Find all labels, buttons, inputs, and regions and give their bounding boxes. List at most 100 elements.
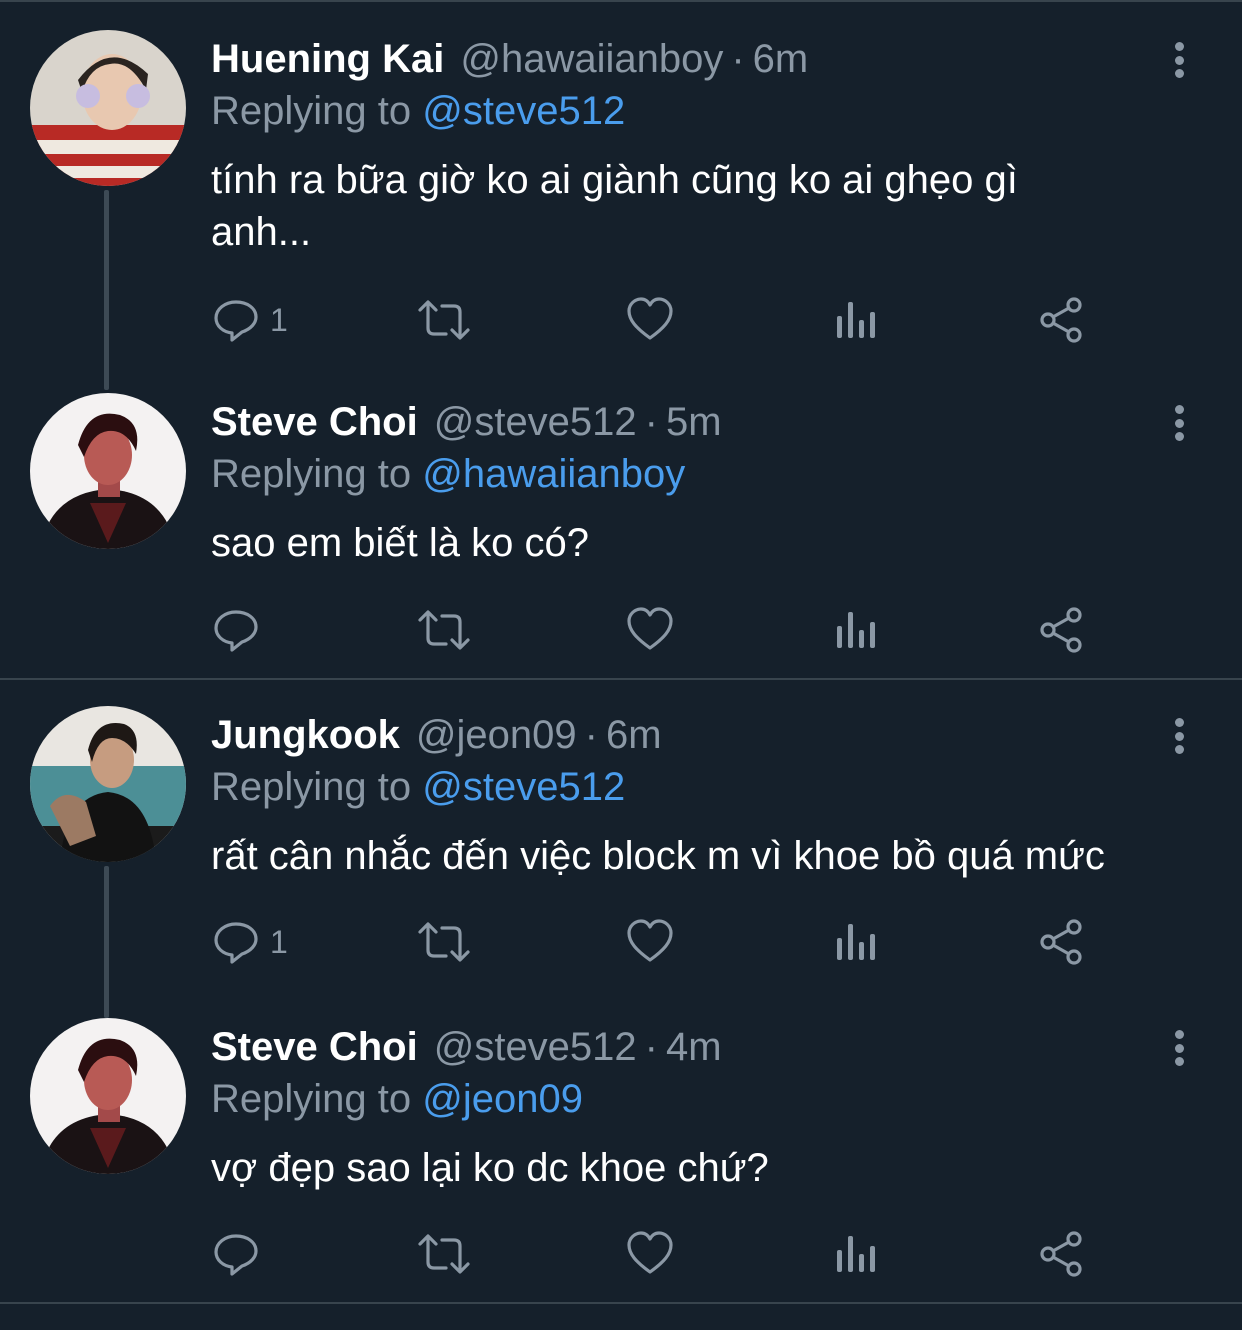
reply-button[interactable]: 1	[212, 290, 288, 350]
tweet-text-line: anh...	[211, 210, 312, 254]
action-bar	[0, 1224, 1242, 1284]
tweet-header: Jungkook @jeon09 · 6m	[211, 710, 662, 760]
reply-count: 1	[270, 301, 288, 338]
share-button[interactable]	[1038, 912, 1086, 972]
more-vertical-icon[interactable]	[1163, 1026, 1195, 1070]
avatar[interactable]	[30, 706, 186, 862]
action-bar	[0, 600, 1242, 660]
like-button[interactable]	[626, 1224, 674, 1284]
reply-count: 1	[270, 923, 288, 960]
tweet-header: Steve Choi @steve512 · 5m	[211, 397, 722, 447]
more-vertical-icon[interactable]	[1163, 401, 1195, 445]
retweet-icon	[418, 300, 470, 340]
tweet-text-line: tính ra bữa giờ ko ai giành cũng ko ai g…	[211, 158, 1018, 202]
share-icon	[1040, 297, 1082, 343]
replying-to-handle[interactable]: @hawaiianboy	[422, 452, 685, 496]
thread-1: Huening Kai @hawaiianboy · 6m Replying to @…	[0, 0, 1242, 678]
separator-dot: ·	[644, 1025, 658, 1069]
share-icon	[1040, 607, 1082, 653]
analytics-button[interactable]	[834, 912, 878, 972]
tweet-text-line: vợ đẹp sao lại ko dc khoe chứ?	[211, 1146, 769, 1190]
retweet-icon	[418, 610, 470, 650]
display-name[interactable]: Huening Kai	[211, 37, 444, 81]
like-button[interactable]	[626, 290, 674, 350]
display-name[interactable]: Steve Choi	[211, 1025, 418, 1069]
replying-to-label: Replying to	[211, 765, 412, 809]
share-icon	[1040, 1231, 1082, 1277]
analytics-button[interactable]	[834, 290, 878, 350]
tweet-text: vợ đẹp sao lại ko dc khoe chứ?	[211, 1142, 1221, 1194]
user-handle[interactable]: @hawaiianboy	[460, 37, 723, 81]
retweet-button[interactable]	[416, 1224, 472, 1284]
replying-to: Replying to @jeon09	[211, 1074, 583, 1124]
more-vertical-icon[interactable]	[1163, 714, 1195, 758]
analytics-icon	[837, 612, 875, 648]
like-button[interactable]	[626, 600, 674, 660]
tweet-header: Huening Kai @hawaiianboy · 6m	[211, 34, 808, 84]
tweet-text: tính ra bữa giờ ko ai giành cũng ko ai g…	[211, 154, 1221, 258]
avatar[interactable]	[30, 1018, 186, 1174]
analytics-icon	[837, 1236, 875, 1272]
separator-dot: ·	[584, 713, 598, 757]
reply-icon	[214, 1234, 258, 1276]
heart-icon	[627, 607, 673, 650]
action-bar: 1	[0, 290, 1242, 350]
tweet[interactable]: Steve Choi @steve512 · 4m Replying to @jeon…	[0, 1018, 1242, 1330]
retweet-button[interactable]	[416, 290, 472, 350]
tweet[interactable]: Jungkook @jeon09 · 6m Replying to @steve512…	[0, 706, 1242, 1018]
share-button[interactable]	[1038, 600, 1086, 660]
reply-button[interactable]: 1	[212, 912, 288, 972]
separator-dot: ·	[731, 37, 745, 81]
heart-icon	[627, 919, 673, 962]
tweet-text-line: sao em biết là ko có?	[211, 521, 589, 565]
reply-icon	[214, 300, 258, 342]
tweet-text: rất cân nhắc đến việc block m vì khoe bồ…	[211, 830, 1221, 882]
separator-dot: ·	[644, 400, 658, 444]
replying-to: Replying to @hawaiianboy	[211, 449, 685, 499]
timestamp[interactable]: 6m	[606, 713, 662, 757]
display-name[interactable]: Steve Choi	[211, 400, 418, 444]
tweet[interactable]: Huening Kai @hawaiianboy · 6m Replying to @…	[0, 30, 1242, 343]
analytics-icon	[837, 924, 875, 960]
timestamp[interactable]: 4m	[666, 1025, 722, 1069]
tweet[interactable]: Steve Choi @steve512 · 5m Replying to @hawa…	[0, 393, 1242, 705]
reply-icon	[214, 922, 258, 964]
tweet-text-line: rất cân nhắc đến việc block m vì khoe bồ…	[211, 834, 1105, 878]
heart-icon	[627, 1231, 673, 1274]
action-bar: 1	[0, 912, 1242, 972]
avatar[interactable]	[30, 393, 186, 549]
timestamp[interactable]: 6m	[753, 37, 809, 81]
analytics-icon	[837, 302, 875, 338]
tweet-header: Steve Choi @steve512 · 4m	[211, 1022, 722, 1072]
share-button[interactable]	[1038, 290, 1086, 350]
share-button[interactable]	[1038, 1224, 1086, 1284]
heart-icon	[627, 297, 673, 340]
timestamp[interactable]: 5m	[666, 400, 722, 444]
replying-to-label: Replying to	[211, 1077, 412, 1121]
share-icon	[1040, 919, 1082, 965]
replying-to-handle[interactable]: @steve512	[422, 89, 625, 133]
replying-to: Replying to @steve512	[211, 762, 625, 812]
replying-to-label: Replying to	[211, 452, 412, 496]
analytics-button[interactable]	[834, 600, 878, 660]
replying-to-handle[interactable]: @jeon09	[422, 1077, 583, 1121]
like-button[interactable]	[626, 912, 674, 972]
reply-icon	[214, 610, 258, 652]
replying-to-handle[interactable]: @steve512	[422, 765, 625, 809]
user-handle[interactable]: @jeon09	[416, 713, 577, 757]
retweet-button[interactable]	[416, 912, 472, 972]
retweet-icon	[418, 1234, 470, 1274]
avatar[interactable]	[30, 30, 186, 186]
retweet-button[interactable]	[416, 600, 472, 660]
user-handle[interactable]: @steve512	[434, 400, 637, 444]
analytics-button[interactable]	[834, 1224, 878, 1284]
more-vertical-icon[interactable]	[1163, 38, 1195, 82]
user-handle[interactable]: @steve512	[434, 1025, 637, 1069]
thread-2: Jungkook @jeon09 · 6m Replying to @steve512…	[0, 678, 1242, 1304]
display-name[interactable]: Jungkook	[211, 713, 400, 757]
retweet-icon	[418, 922, 470, 962]
tweet-text: sao em biết là ko có?	[211, 517, 1221, 569]
replying-to-label: Replying to	[211, 89, 412, 133]
reply-button[interactable]	[212, 1224, 270, 1284]
reply-button[interactable]	[212, 600, 270, 660]
